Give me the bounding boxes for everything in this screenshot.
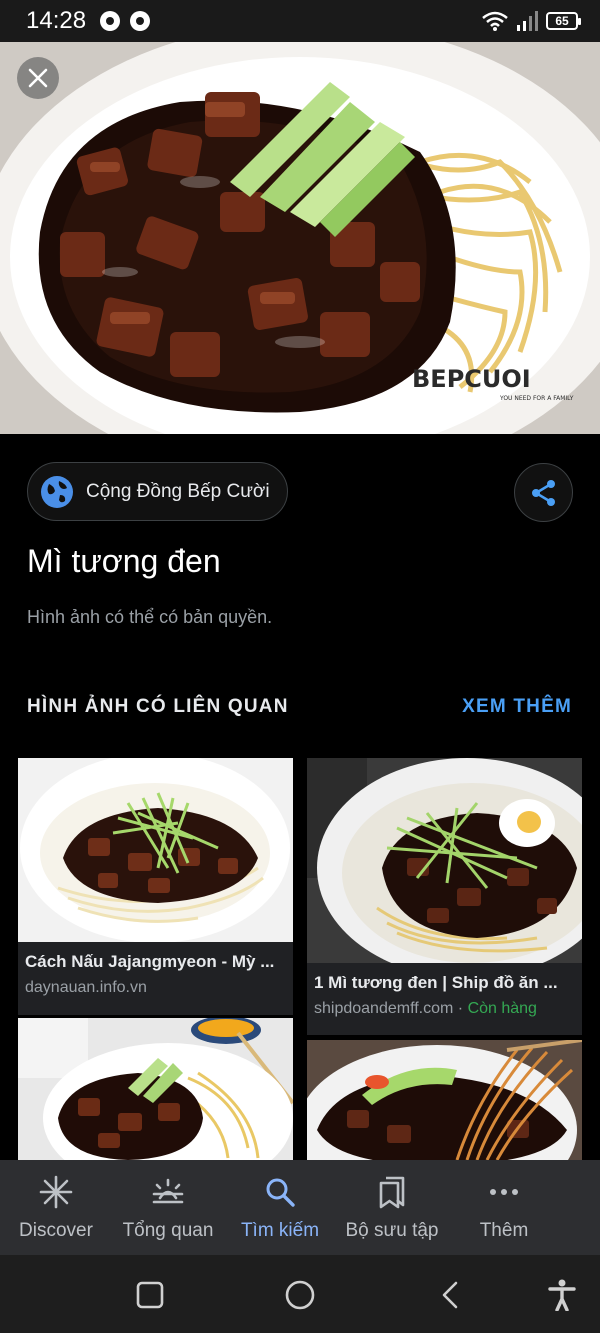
svg-text:YOU NEED FOR A FAMILY: YOU NEED FOR A FAMILY — [499, 395, 574, 402]
related-card[interactable] — [307, 1040, 582, 1160]
source-chip[interactable]: Cộng Đồng Bếp Cười — [27, 462, 288, 521]
nav-label: Thêm — [479, 1220, 529, 1241]
accessibility-icon — [548, 1279, 576, 1311]
nav-discover[interactable]: Discover — [0, 1160, 112, 1255]
watermark-text: BEPCUOI — [412, 365, 531, 393]
related-heading: HÌNH ẢNH CÓ LIÊN QUAN — [27, 696, 289, 717]
related-card[interactable] — [18, 1018, 293, 1160]
recents-icon — [136, 1281, 164, 1309]
source-name: Cộng Đồng Bếp Cười — [86, 480, 270, 502]
card-title: Cách Nấu Jajangmyeon - Mỳ ... — [25, 952, 275, 971]
app-status-icon — [130, 11, 151, 31]
nav-label: Bộ sưu tập — [345, 1220, 439, 1241]
system-nav-bar — [0, 1255, 600, 1333]
wifi-icon — [482, 11, 508, 31]
accessibility-button[interactable] — [542, 1275, 582, 1315]
see-more-link[interactable]: XEM THÊM — [462, 696, 572, 718]
battery-icon: 65 — [546, 12, 581, 30]
sunrise-icon — [152, 1178, 184, 1204]
back-button[interactable] — [430, 1275, 470, 1315]
nav-overview[interactable]: Tổng quan — [112, 1160, 224, 1255]
related-thumbnail — [18, 1018, 293, 1160]
share-button[interactable] — [514, 463, 573, 522]
more-dots-icon — [490, 1189, 518, 1195]
card-source-domain: shipdoandemff.com — [314, 1000, 454, 1017]
related-thumbnail — [307, 1040, 582, 1160]
nav-more[interactable]: Thêm — [448, 1160, 560, 1255]
related-thumbnail — [307, 758, 582, 963]
close-icon — [28, 68, 48, 88]
status-bar: 14:28 65 — [0, 0, 600, 42]
related-card[interactable]: 1 Mì tương đen | Ship đồ ăn ... shipdoan… — [307, 758, 582, 1035]
home-icon — [285, 1280, 315, 1310]
card-title: 1 Mì tương đen | Ship đồ ăn ... — [314, 973, 558, 992]
related-thumbnail — [18, 758, 293, 942]
nav-label: Discover — [19, 1220, 93, 1241]
signal-icon — [517, 11, 538, 31]
separator: · — [453, 1000, 468, 1017]
nav-collections[interactable]: Bộ sưu tập — [336, 1160, 448, 1255]
status-time: 14:28 — [26, 7, 87, 34]
related-card[interactable]: Cách Nấu Jajangmyeon - Mỳ ... daynauan.i… — [18, 758, 293, 1015]
asterisk-icon — [39, 1175, 73, 1209]
bottom-nav: Discover Tổng quan Tìm kiếm Bộ sưu tập T… — [0, 1160, 600, 1255]
card-source: daynauan.info.vn — [25, 979, 147, 996]
in-stock-label: Còn hàng — [467, 1000, 537, 1017]
share-icon — [531, 479, 555, 506]
home-button[interactable] — [280, 1275, 320, 1315]
back-icon — [442, 1281, 458, 1309]
close-button[interactable] — [17, 57, 59, 99]
nav-label: Tìm kiếm — [240, 1220, 320, 1241]
nav-label: Tổng quan — [122, 1220, 214, 1241]
search-icon — [266, 1178, 295, 1207]
recents-button[interactable] — [130, 1275, 170, 1315]
card-source: shipdoandemff.com · Còn hàng — [314, 1000, 537, 1018]
hero-image[interactable]: BEPCUOI YOU NEED FOR A FAMILY — [0, 42, 600, 434]
image-title: Mì tương đen — [27, 543, 221, 579]
globe-icon — [41, 475, 73, 508]
jajangmyeon-photo: BEPCUOI YOU NEED FOR A FAMILY — [0, 42, 600, 434]
bookmarks-icon — [379, 1176, 405, 1209]
chrome-status-icon — [100, 11, 121, 31]
nav-search[interactable]: Tìm kiếm — [224, 1160, 336, 1255]
copyright-note: Hình ảnh có thể có bản quyền. — [27, 607, 273, 627]
